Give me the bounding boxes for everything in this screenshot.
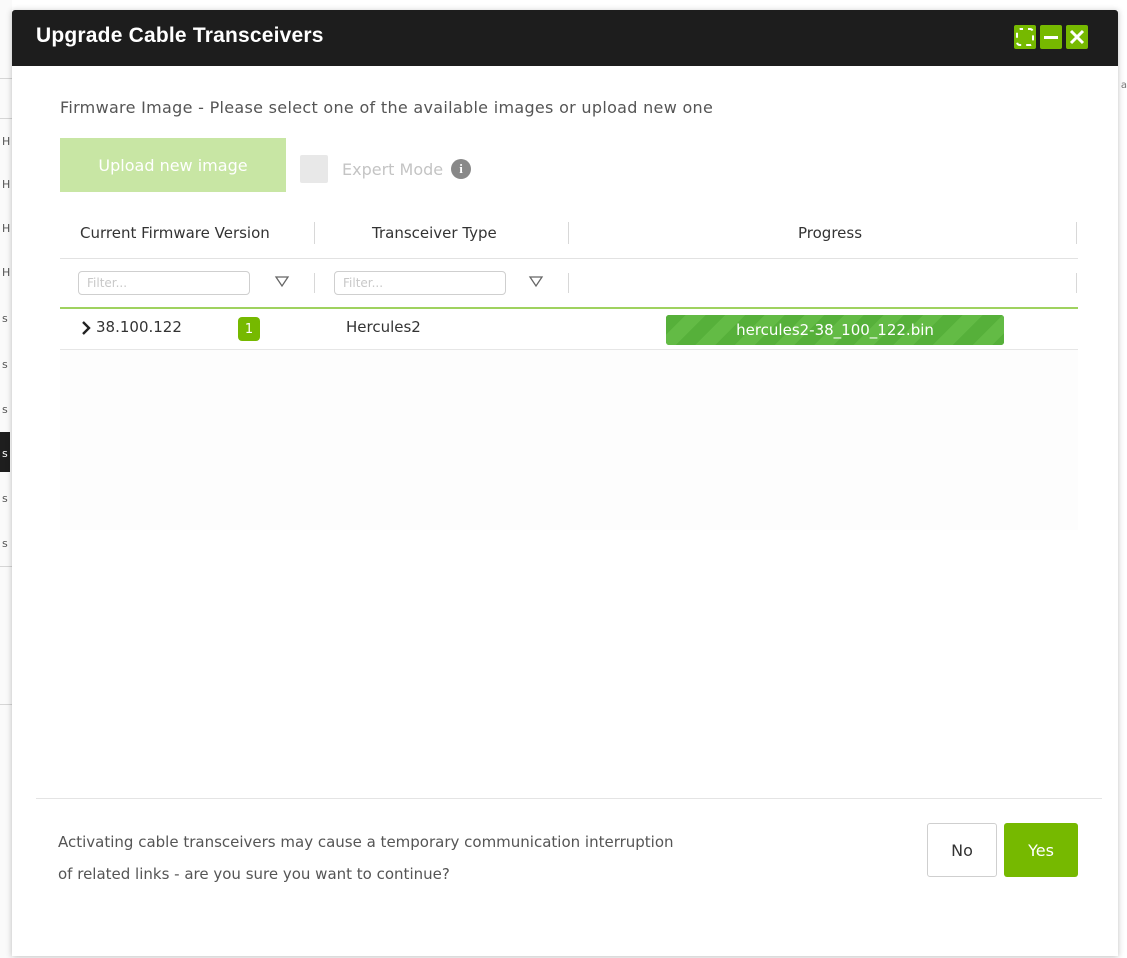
upgrade-dialog: Upgrade Cable Transceivers Firmware Imag… (12, 10, 1118, 956)
filter-icon[interactable] (274, 274, 290, 290)
background-row-mark: s (2, 358, 8, 371)
background-divider (0, 118, 12, 119)
background-divider (0, 566, 12, 567)
column-separator (1076, 273, 1077, 293)
column-header-progress[interactable]: Progress (798, 208, 862, 258)
expert-mode-toggle[interactable]: Expert Mode i (300, 154, 472, 184)
column-separator (568, 273, 569, 293)
count-badge: 1 (238, 317, 260, 341)
background-row-mark: s (2, 403, 8, 416)
background-right-mark: a (1120, 80, 1127, 91)
background-divider (0, 704, 12, 705)
background-row-mark: s (2, 447, 8, 460)
column-header-transceiver-type[interactable]: Transceiver Type (372, 208, 497, 258)
table-row[interactable]: 38.100.122 1 Hercules2 hercules2-38_100_… (60, 309, 1078, 350)
expert-mode-checkbox[interactable] (300, 155, 328, 183)
background-row-mark: H (2, 222, 11, 235)
filter-icon[interactable] (528, 274, 544, 290)
background-row-mark: H (2, 178, 11, 191)
column-header-firmware-version[interactable]: Current Firmware Version (80, 208, 270, 258)
firmware-version-filter-input[interactable]: Filter... (78, 271, 250, 295)
grid-header: Current Firmware Version Transceiver Typ… (60, 208, 1078, 259)
footer-divider (36, 798, 1102, 799)
background-row-mark: H (2, 135, 11, 148)
close-icon[interactable] (1066, 25, 1088, 49)
background-row-mark: s (2, 537, 8, 550)
transceiver-type-cell: Hercules2 (346, 318, 421, 336)
column-separator (314, 222, 315, 244)
transceiver-grid: Current Firmware Version Transceiver Typ… (60, 208, 1078, 530)
filter-row: Filter... Filter... (60, 259, 1078, 309)
column-separator (568, 222, 569, 244)
dialog-titlebar[interactable]: Upgrade Cable Transceivers (12, 10, 1118, 66)
dialog-title: Upgrade Cable Transceivers (36, 24, 324, 47)
maximize-icon[interactable] (1014, 25, 1036, 49)
firmware-version-cell: 38.100.122 (96, 318, 182, 336)
no-button[interactable]: No (927, 823, 997, 877)
background-divider (0, 78, 12, 79)
background-row-mark: s (2, 492, 8, 505)
transceiver-type-filter-input[interactable]: Filter... (334, 271, 506, 295)
column-separator (314, 273, 315, 293)
firmware-image-instructions: Firmware Image - Please select one of th… (60, 98, 714, 117)
background-row-mark: s (2, 312, 8, 325)
background-row-mark: H (2, 266, 11, 279)
progress-bar: hercules2-38_100_122.bin (666, 315, 1004, 345)
expand-chevron-icon[interactable] (80, 319, 92, 337)
column-separator (1076, 222, 1077, 244)
yes-button[interactable]: Yes (1004, 823, 1078, 877)
minimize-icon[interactable] (1040, 25, 1062, 49)
progress-filename: hercules2-38_100_122.bin (736, 321, 934, 339)
confirmation-message: Activating cable transceivers may cause … (58, 833, 674, 883)
info-icon[interactable]: i (451, 159, 472, 179)
upload-new-image-button[interactable]: Upload new image (60, 138, 286, 192)
expert-mode-label: Expert Mode (342, 159, 444, 179)
